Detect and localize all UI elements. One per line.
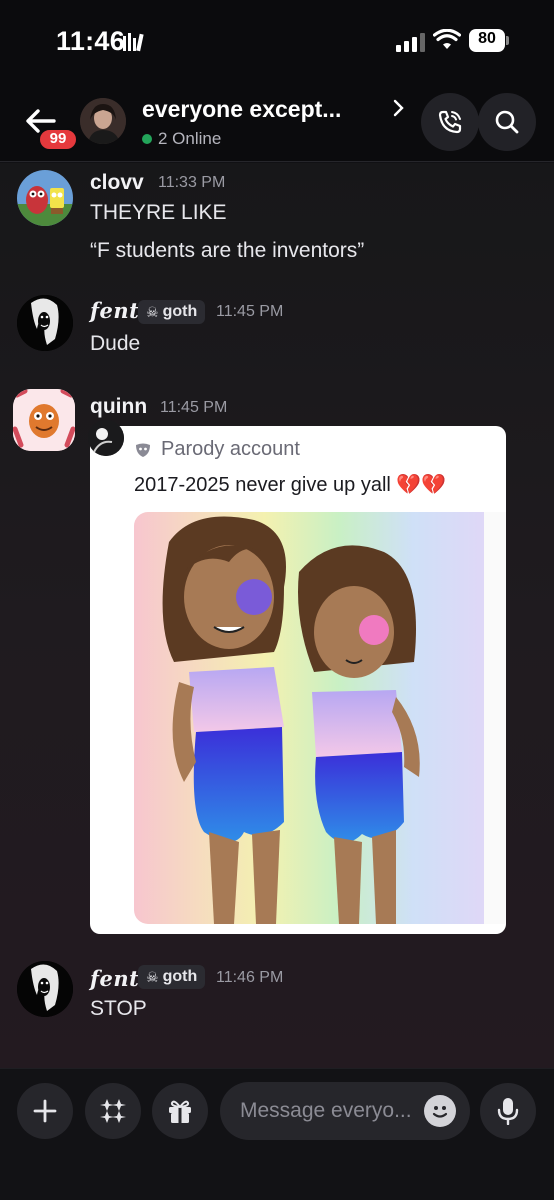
channel-title[interactable]: everyone except... [142,96,341,123]
timestamp: 11:45 PM [160,399,228,416]
timestamp: 11:46 PM [216,969,284,986]
status-bar: 11:46 80 [0,0,554,82]
username[interactable]: fent [90,298,139,323]
chevron-right-icon[interactable] [392,98,406,118]
role-tag-label: goth [162,968,198,985]
username[interactable]: quinn [90,395,147,419]
message-text: Dude [90,332,141,355]
embed-text: 2017-2025 never give up yall 💔💔 [134,474,447,496]
call-icon [438,110,462,134]
username[interactable]: fent [90,966,139,991]
message-text: STOP [90,997,147,1020]
apps-icon [100,1099,126,1123]
unread-badge: 99 [38,128,78,151]
group-avatar[interactable] [80,98,126,144]
status-time: 11:46 [56,26,126,56]
message-input-container[interactable] [220,1082,470,1140]
emoji-button[interactable] [424,1095,456,1127]
voice-button[interactable] [480,1083,536,1139]
role-tag-label: goth [162,303,198,320]
search-button[interactable] [478,93,536,151]
embed-author-avatar [88,420,124,456]
gift-icon [169,1100,191,1123]
user-avatar[interactable] [17,170,73,226]
embed-source[interactable]: Parody account [135,438,300,461]
message-composer-bar [0,1068,554,1200]
skull-icon: ☠ [146,303,159,320]
emoji-icon [432,1106,448,1118]
role-tag[interactable]: ☠ goth [138,300,206,324]
username[interactable]: clovv [90,171,144,195]
message-list[interactable]: clovv 11:33 PM THEYRE LIKE “F students a… [0,163,554,1068]
link-embed[interactable]: Parody account 2017-2025 never give up y… [90,426,506,934]
add-button[interactable] [17,1083,73,1139]
role-tag[interactable]: ☠ goth [138,965,206,989]
microphone-icon [497,1098,519,1125]
search-icon [495,110,519,134]
wifi-icon [433,29,461,49]
online-status: 2 Online [142,129,221,149]
user-avatar[interactable] [17,295,73,351]
embed-source-label: Parody account [161,438,300,460]
channel-header: 99 everyone except... 2 Online [0,82,554,162]
user-avatar[interactable] [13,389,75,451]
message-text: THEYRE LIKE [90,201,227,224]
apps-button[interactable] [85,1083,141,1139]
user-avatar[interactable] [17,961,73,1017]
signal-icon [396,33,425,52]
timestamp: 11:45 PM [216,303,284,320]
library-icon [123,33,144,52]
plus-icon [33,1099,57,1123]
call-button[interactable] [421,93,479,151]
gift-button[interactable] [152,1083,208,1139]
battery-indicator: 80 [469,29,509,52]
message-input[interactable] [240,1082,420,1140]
online-count: 2 Online [158,129,222,148]
online-dot [142,134,152,144]
skull-icon: ☠ [146,968,159,985]
message-text: “F students are the inventors” [90,239,365,262]
timestamp: 11:33 PM [158,174,226,191]
embed-image[interactable] [134,512,506,924]
mask-icon [136,443,150,457]
